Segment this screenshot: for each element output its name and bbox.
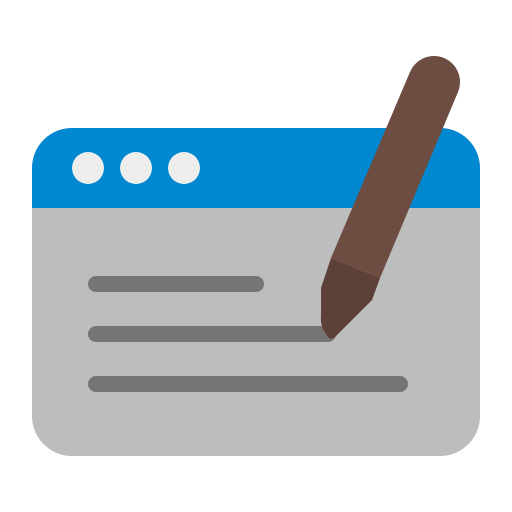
window-control-dot <box>72 152 104 184</box>
edit-document-window-icon <box>0 0 512 512</box>
window-control-dot <box>168 152 200 184</box>
icon-svg <box>32 56 480 456</box>
window-controls <box>72 152 200 184</box>
window-control-dot <box>120 152 152 184</box>
